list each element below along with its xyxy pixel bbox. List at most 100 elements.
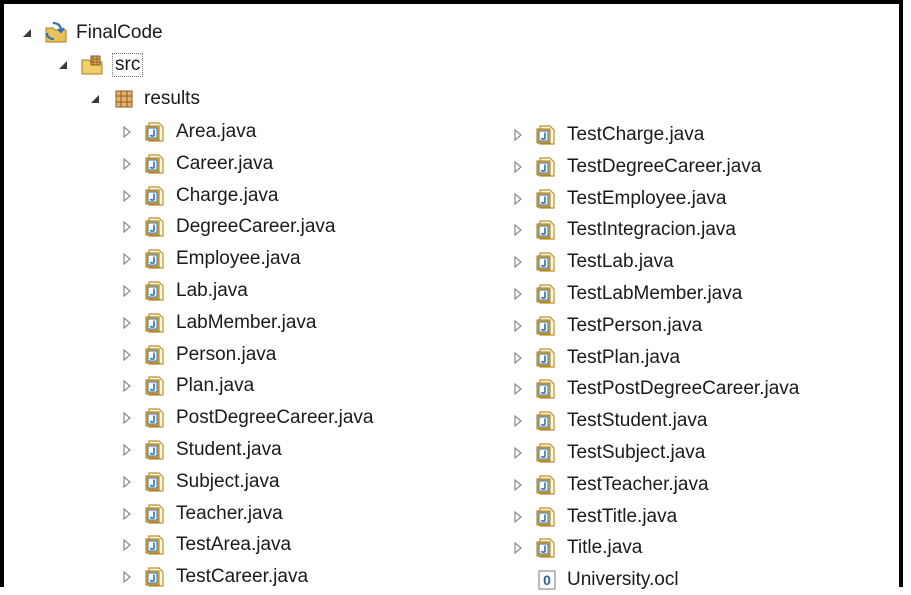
- java-file-icon: [535, 187, 559, 211]
- package-label: results: [144, 88, 200, 109]
- tree-node-file[interactable]: Plan.java: [120, 371, 254, 401]
- collapsed-arrow-icon[interactable]: [511, 128, 525, 142]
- collapsed-arrow-icon[interactable]: [511, 160, 525, 174]
- tree-node-file[interactable]: TestPerson.java: [511, 311, 702, 341]
- collapsed-arrow-icon[interactable]: [120, 570, 134, 584]
- tree-node-source-folder[interactable]: src: [56, 50, 144, 80]
- tree-node-file[interactable]: TestLabMember.java: [511, 279, 742, 309]
- tree-node-file[interactable]: LabMember.java: [120, 308, 316, 338]
- collapsed-arrow-icon[interactable]: [120, 411, 134, 425]
- tree-node-file[interactable]: PostDegreeCareer.java: [120, 403, 374, 433]
- collapsed-arrow-icon[interactable]: [120, 157, 134, 171]
- java-file-icon: [535, 218, 559, 242]
- tree-node-file[interactable]: Lab.java: [120, 276, 248, 306]
- tree-node-file[interactable]: TestPostDegreeCareer.java: [511, 374, 799, 404]
- expanded-arrow-icon[interactable]: [20, 26, 34, 40]
- file-label: Lab.java: [176, 280, 248, 301]
- tree-node-file[interactable]: Subject.java: [120, 467, 280, 497]
- svg-text:0: 0: [543, 572, 551, 588]
- expanded-arrow-icon[interactable]: [56, 58, 70, 72]
- tree-node-file[interactable]: TestArea.java: [120, 530, 291, 560]
- collapsed-arrow-icon[interactable]: [120, 220, 134, 234]
- java-file-icon: [144, 343, 168, 367]
- file-label: TestLab.java: [567, 251, 674, 273]
- tree-node-file[interactable]: Student.java: [120, 435, 282, 465]
- java-file-icon: [535, 314, 559, 338]
- file-label: TestStudent.java: [567, 410, 708, 432]
- collapsed-arrow-icon[interactable]: [511, 287, 525, 301]
- tree-node-file[interactable]: TestTitle.java: [511, 502, 677, 532]
- tree-node-file[interactable]: Teacher.java: [120, 499, 283, 529]
- java-file-icon: [144, 470, 168, 494]
- file-label: TestTitle.java: [567, 505, 678, 527]
- collapsed-arrow-icon[interactable]: [511, 223, 525, 237]
- tree-node-package[interactable]: results: [88, 84, 200, 114]
- tree-node-file[interactable]: DegreeCareer.java: [120, 212, 335, 242]
- collapsed-arrow-icon[interactable]: [511, 351, 525, 365]
- file-label: Person.java: [176, 343, 277, 365]
- java-file-icon: [144, 279, 168, 303]
- file-label: LabMember.java: [176, 311, 317, 333]
- collapsed-arrow-icon[interactable]: [511, 255, 525, 269]
- collapsed-arrow-icon[interactable]: [120, 507, 134, 521]
- file-label: Subject.java: [176, 470, 280, 492]
- file-label: University.ocl: [567, 569, 679, 591]
- tree-node-file[interactable]: Employee.java: [120, 244, 301, 274]
- tree-node-project[interactable]: FinalCode: [20, 18, 163, 48]
- java-file-icon: [535, 409, 559, 433]
- tree-node-file[interactable]: Area.java: [120, 117, 256, 147]
- collapsed-arrow-icon[interactable]: [120, 475, 134, 489]
- file-label: PostDegreeCareer.java: [176, 407, 374, 429]
- project-label: FinalCode: [76, 22, 163, 43]
- tree-node-file[interactable]: TestCharge.java: [511, 120, 704, 150]
- tree-node-file[interactable]: TestIntegracion.java: [511, 215, 736, 245]
- collapsed-arrow-icon[interactable]: [511, 414, 525, 428]
- java-file-icon: [144, 247, 168, 271]
- tree-node-file[interactable]: Title.java: [511, 533, 642, 563]
- collapsed-arrow-icon[interactable]: [511, 541, 525, 555]
- expanded-arrow-icon[interactable]: [88, 92, 102, 106]
- tree-node-file[interactable]: TestSubject.java: [511, 438, 705, 468]
- tree-node-file[interactable]: Charge.java: [120, 181, 278, 211]
- tree-node-file[interactable]: TestLab.java: [511, 247, 674, 277]
- file-label: TestSubject.java: [567, 442, 706, 463]
- file-label: Teacher.java: [176, 502, 283, 524]
- tree-node-file[interactable]: TestPlan.java: [511, 343, 680, 373]
- collapsed-arrow-icon[interactable]: [120, 252, 134, 266]
- tree-node-file[interactable]: TestCareer.java: [120, 562, 308, 592]
- package-icon: [112, 87, 136, 111]
- collapsed-arrow-icon[interactable]: [511, 446, 525, 460]
- tree-node-file[interactable]: Career.java: [120, 149, 273, 179]
- collapsed-arrow-icon[interactable]: [120, 379, 134, 393]
- collapsed-arrow-icon[interactable]: [120, 316, 134, 330]
- file-label: TestPostDegreeCareer.java: [567, 378, 800, 400]
- collapsed-arrow-icon[interactable]: [511, 478, 525, 492]
- tree-node-file[interactable]: 0 University.ocl: [511, 565, 679, 595]
- file-label: Career.java: [176, 152, 274, 174]
- collapsed-arrow-icon[interactable]: [511, 510, 525, 524]
- java-file-icon: [144, 120, 168, 144]
- file-label: TestArea.java: [176, 534, 292, 556]
- collapsed-arrow-icon[interactable]: [120, 189, 134, 203]
- file-label: Area.java: [176, 121, 257, 142]
- file-label: TestDegreeCareer.java: [567, 155, 762, 177]
- file-label: TestEmployee.java: [567, 187, 727, 209]
- java-file-icon: [535, 473, 559, 497]
- collapsed-arrow-icon[interactable]: [120, 284, 134, 298]
- collapsed-arrow-icon[interactable]: [511, 192, 525, 206]
- collapsed-arrow-icon[interactable]: [120, 538, 134, 552]
- java-file-icon: [144, 311, 168, 335]
- collapsed-arrow-icon[interactable]: [511, 319, 525, 333]
- collapsed-arrow-icon[interactable]: [511, 382, 525, 396]
- collapsed-arrow-icon[interactable]: [120, 443, 134, 457]
- tree-node-file[interactable]: TestEmployee.java: [511, 184, 726, 214]
- tree-node-file[interactable]: TestDegreeCareer.java: [511, 152, 761, 182]
- tree-node-file[interactable]: Person.java: [120, 340, 276, 370]
- tree-node-file[interactable]: TestTeacher.java: [511, 470, 709, 500]
- java-file-icon: [535, 282, 559, 306]
- java-file-icon: [535, 377, 559, 401]
- tree-node-file[interactable]: TestStudent.java: [511, 406, 707, 436]
- collapsed-arrow-icon[interactable]: [120, 125, 134, 139]
- package-explorer-tree: FinalCode src results Area.javaCareer.j: [0, 0, 903, 590]
- collapsed-arrow-icon[interactable]: [120, 348, 134, 362]
